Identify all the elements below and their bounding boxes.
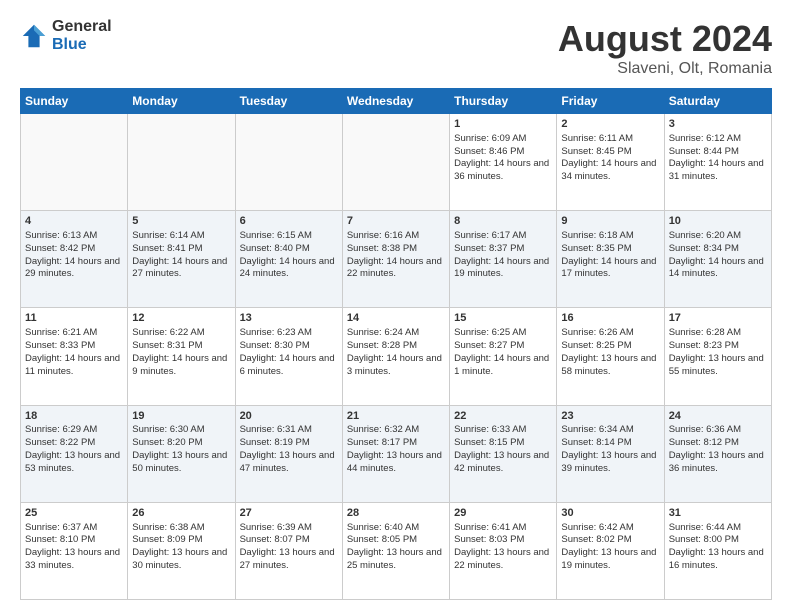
col-thursday: Thursday	[450, 89, 557, 114]
table-row: 13Sunrise: 6:23 AMSunset: 8:30 PMDayligh…	[235, 308, 342, 405]
table-row: 2Sunrise: 6:11 AMSunset: 8:45 PMDaylight…	[557, 114, 664, 211]
header: General Blue August 2024 Slaveni, Olt, R…	[20, 18, 772, 78]
table-row: 19Sunrise: 6:30 AMSunset: 8:20 PMDayligh…	[128, 405, 235, 502]
title-location: Slaveni, Olt, Romania	[558, 60, 772, 78]
table-row: 27Sunrise: 6:39 AMSunset: 8:07 PMDayligh…	[235, 502, 342, 599]
day-number: 10	[669, 214, 767, 229]
day-number: 7	[347, 214, 445, 229]
day-number: 4	[25, 214, 123, 229]
table-row: 14Sunrise: 6:24 AMSunset: 8:28 PMDayligh…	[342, 308, 449, 405]
day-number: 21	[347, 409, 445, 424]
col-sunday: Sunday	[21, 89, 128, 114]
day-number: 25	[25, 506, 123, 521]
table-row: 30Sunrise: 6:42 AMSunset: 8:02 PMDayligh…	[557, 502, 664, 599]
title-month: August 2024	[558, 18, 772, 60]
day-number: 9	[561, 214, 659, 229]
day-number: 27	[240, 506, 338, 521]
table-row: 22Sunrise: 6:33 AMSunset: 8:15 PMDayligh…	[450, 405, 557, 502]
col-saturday: Saturday	[664, 89, 771, 114]
day-number: 31	[669, 506, 767, 521]
table-row: 6Sunrise: 6:15 AMSunset: 8:40 PMDaylight…	[235, 211, 342, 308]
col-monday: Monday	[128, 89, 235, 114]
table-row: 24Sunrise: 6:36 AMSunset: 8:12 PMDayligh…	[664, 405, 771, 502]
day-number: 3	[669, 117, 767, 132]
table-row: 28Sunrise: 6:40 AMSunset: 8:05 PMDayligh…	[342, 502, 449, 599]
logo-icon	[20, 22, 48, 50]
page: General Blue August 2024 Slaveni, Olt, R…	[0, 0, 792, 612]
col-tuesday: Tuesday	[235, 89, 342, 114]
logo-text: General Blue	[52, 18, 112, 53]
day-number: 23	[561, 409, 659, 424]
day-number: 11	[25, 311, 123, 326]
table-row: 16Sunrise: 6:26 AMSunset: 8:25 PMDayligh…	[557, 308, 664, 405]
calendar-week-row: 1Sunrise: 6:09 AMSunset: 8:46 PMDaylight…	[21, 114, 772, 211]
table-row: 3Sunrise: 6:12 AMSunset: 8:44 PMDaylight…	[664, 114, 771, 211]
table-row: 23Sunrise: 6:34 AMSunset: 8:14 PMDayligh…	[557, 405, 664, 502]
table-row: 4Sunrise: 6:13 AMSunset: 8:42 PMDaylight…	[21, 211, 128, 308]
day-number: 18	[25, 409, 123, 424]
table-row	[128, 114, 235, 211]
day-number: 30	[561, 506, 659, 521]
day-number: 8	[454, 214, 552, 229]
calendar-week-row: 11Sunrise: 6:21 AMSunset: 8:33 PMDayligh…	[21, 308, 772, 405]
table-row: 21Sunrise: 6:32 AMSunset: 8:17 PMDayligh…	[342, 405, 449, 502]
table-row	[342, 114, 449, 211]
table-row	[21, 114, 128, 211]
day-number: 22	[454, 409, 552, 424]
day-number: 5	[132, 214, 230, 229]
table-row: 7Sunrise: 6:16 AMSunset: 8:38 PMDaylight…	[342, 211, 449, 308]
day-number: 29	[454, 506, 552, 521]
day-number: 28	[347, 506, 445, 521]
calendar-table: Sunday Monday Tuesday Wednesday Thursday…	[20, 88, 772, 600]
logo-blue-text: Blue	[52, 36, 112, 54]
day-number: 15	[454, 311, 552, 326]
day-number: 24	[669, 409, 767, 424]
calendar-header-row: Sunday Monday Tuesday Wednesday Thursday…	[21, 89, 772, 114]
day-number: 1	[454, 117, 552, 132]
table-row: 17Sunrise: 6:28 AMSunset: 8:23 PMDayligh…	[664, 308, 771, 405]
table-row: 20Sunrise: 6:31 AMSunset: 8:19 PMDayligh…	[235, 405, 342, 502]
table-row: 1Sunrise: 6:09 AMSunset: 8:46 PMDaylight…	[450, 114, 557, 211]
day-number: 20	[240, 409, 338, 424]
table-row: 5Sunrise: 6:14 AMSunset: 8:41 PMDaylight…	[128, 211, 235, 308]
logo: General Blue	[20, 18, 112, 53]
day-number: 2	[561, 117, 659, 132]
table-row: 29Sunrise: 6:41 AMSunset: 8:03 PMDayligh…	[450, 502, 557, 599]
table-row: 25Sunrise: 6:37 AMSunset: 8:10 PMDayligh…	[21, 502, 128, 599]
table-row: 18Sunrise: 6:29 AMSunset: 8:22 PMDayligh…	[21, 405, 128, 502]
day-number: 17	[669, 311, 767, 326]
day-number: 13	[240, 311, 338, 326]
table-row: 10Sunrise: 6:20 AMSunset: 8:34 PMDayligh…	[664, 211, 771, 308]
table-row: 9Sunrise: 6:18 AMSunset: 8:35 PMDaylight…	[557, 211, 664, 308]
logo-general-text: General	[52, 18, 112, 36]
table-row: 12Sunrise: 6:22 AMSunset: 8:31 PMDayligh…	[128, 308, 235, 405]
table-row	[235, 114, 342, 211]
table-row: 11Sunrise: 6:21 AMSunset: 8:33 PMDayligh…	[21, 308, 128, 405]
day-number: 26	[132, 506, 230, 521]
table-row: 26Sunrise: 6:38 AMSunset: 8:09 PMDayligh…	[128, 502, 235, 599]
day-number: 12	[132, 311, 230, 326]
day-number: 6	[240, 214, 338, 229]
col-wednesday: Wednesday	[342, 89, 449, 114]
table-row: 8Sunrise: 6:17 AMSunset: 8:37 PMDaylight…	[450, 211, 557, 308]
day-number: 19	[132, 409, 230, 424]
day-number: 16	[561, 311, 659, 326]
calendar-week-row: 18Sunrise: 6:29 AMSunset: 8:22 PMDayligh…	[21, 405, 772, 502]
table-row: 15Sunrise: 6:25 AMSunset: 8:27 PMDayligh…	[450, 308, 557, 405]
calendar-week-row: 4Sunrise: 6:13 AMSunset: 8:42 PMDaylight…	[21, 211, 772, 308]
day-number: 14	[347, 311, 445, 326]
calendar-week-row: 25Sunrise: 6:37 AMSunset: 8:10 PMDayligh…	[21, 502, 772, 599]
table-row: 31Sunrise: 6:44 AMSunset: 8:00 PMDayligh…	[664, 502, 771, 599]
col-friday: Friday	[557, 89, 664, 114]
title-block: August 2024 Slaveni, Olt, Romania	[558, 18, 772, 78]
